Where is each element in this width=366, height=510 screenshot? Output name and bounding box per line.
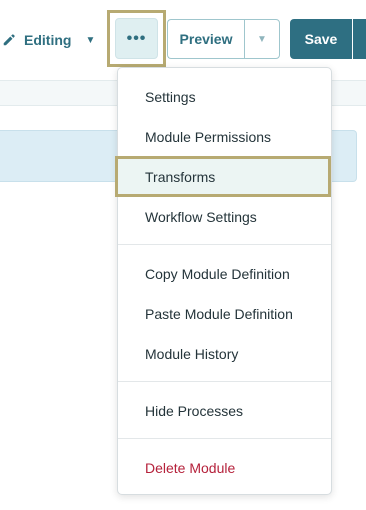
save-button[interactable]: Save [290,19,352,59]
menu-item-transforms[interactable]: Transforms [115,156,331,197]
menu-item-label: Hide Processes [145,403,244,419]
more-options-button[interactable]: ••• [115,18,158,59]
save-label: Save [304,31,338,47]
menu-item-paste-module-definition[interactable]: Paste Module Definition [118,296,331,332]
more-options-menu: Settings Module Permissions Transforms W… [115,67,332,495]
menu-item-label: Module Permissions [145,129,272,145]
menu-divider [118,244,331,245]
menu-item-workflow-settings[interactable]: Workflow Settings [118,199,331,235]
editing-label: Editing [24,32,72,48]
menu-item-module-history[interactable]: Module History [118,336,331,372]
preview-label: Preview [179,31,233,47]
menu-item-label: Settings [145,89,196,105]
menu-item-copy-module-definition[interactable]: Copy Module Definition [118,256,331,292]
menu-item-label: Transforms [145,168,216,185]
menu-item-label: Delete Module [145,460,236,476]
menu-item-module-permissions[interactable]: Module Permissions [118,119,331,155]
editing-mode-dropdown[interactable]: Editing ▼ [2,28,95,52]
caret-down-icon: ▼ [257,33,267,45]
menu-item-label: Paste Module Definition [145,306,293,322]
menu-item-delete-module[interactable]: Delete Module [118,450,331,486]
menu-divider [118,381,331,382]
caret-down-icon: ▼ [85,34,96,46]
menu-item-settings[interactable]: Settings [118,79,331,115]
menu-item-hide-processes[interactable]: Hide Processes [118,393,331,429]
menu-item-label: Workflow Settings [145,209,257,225]
menu-divider [118,438,331,439]
menu-item-label: Copy Module Definition [145,266,290,282]
more-horizontal-icon: ••• [126,29,147,47]
menu-item-label: Module History [145,346,239,362]
pencil-icon [2,33,16,47]
preview-button[interactable]: Preview [167,19,244,59]
save-dropdown-button[interactable] [353,19,366,59]
preview-dropdown-button[interactable]: ▼ [244,19,280,59]
